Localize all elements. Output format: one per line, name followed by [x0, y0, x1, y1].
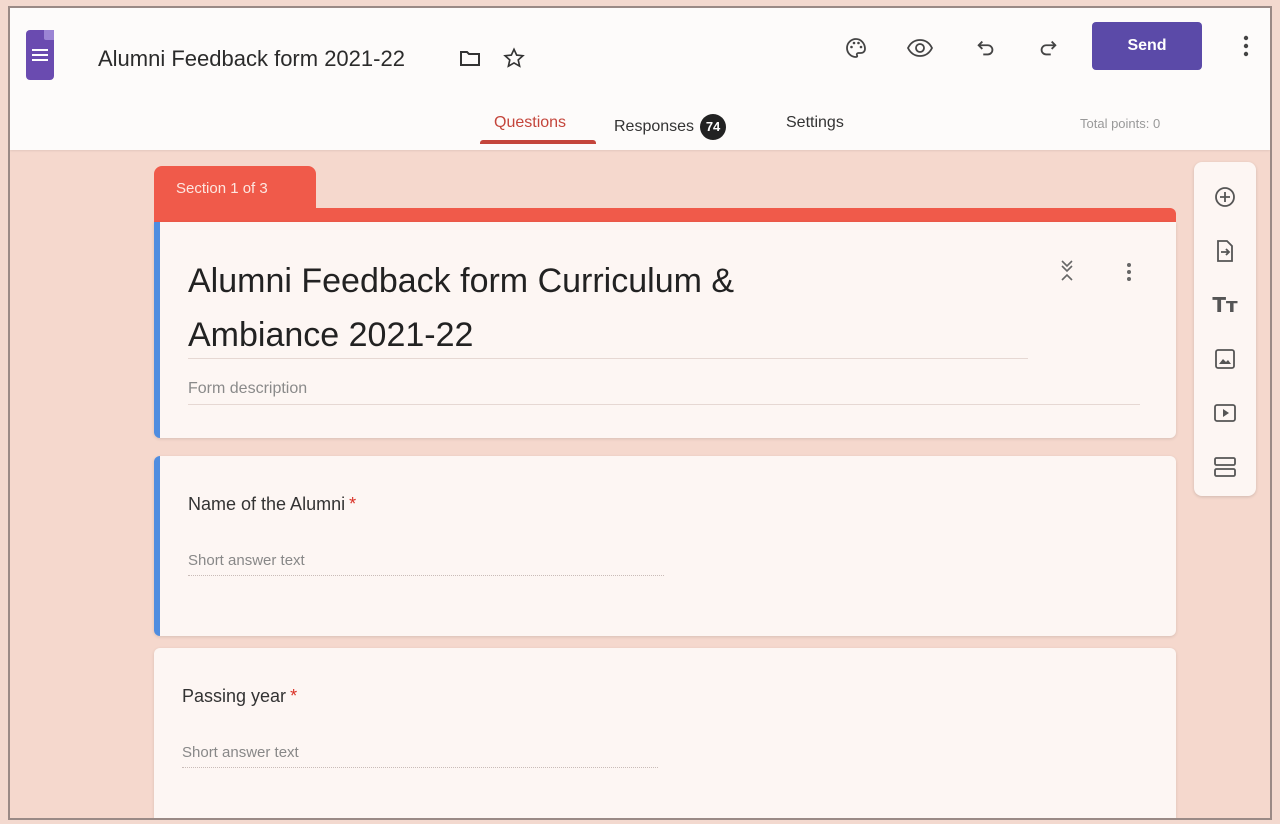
add-section-icon[interactable]	[1210, 452, 1240, 482]
palette-icon[interactable]	[842, 34, 870, 62]
question-label: Passing year *	[182, 686, 297, 707]
add-title-icon[interactable]: Tт	[1210, 290, 1240, 320]
title-underline	[188, 358, 1028, 359]
document-title[interactable]: Alumni Feedback form 2021-22	[98, 46, 405, 72]
question-toolbar: Tт	[1194, 162, 1256, 496]
google-forms-icon[interactable]	[26, 30, 54, 80]
form-description-field[interactable]: Form description	[188, 380, 307, 398]
required-asterisk: *	[349, 494, 357, 514]
more-vert-icon[interactable]	[1232, 32, 1260, 60]
form-title-line-1: Alumni Feedback form Curriculum &	[188, 262, 735, 300]
tab-settings[interactable]: Settings	[786, 114, 844, 150]
required-asterisk: *	[290, 686, 298, 706]
description-underline	[188, 404, 1140, 405]
tab-responses-label: Responses	[614, 118, 695, 136]
question-text: Name of the Alumni	[188, 494, 346, 514]
short-answer-field[interactable]	[188, 546, 664, 576]
form-title-line-2: Ambiance 2021-22	[188, 316, 474, 354]
import-questions-icon[interactable]	[1210, 236, 1240, 266]
tab-responses[interactable]: Responses 74	[614, 114, 727, 150]
short-answer-field[interactable]	[182, 738, 658, 768]
collapse-section-icon[interactable]	[1060, 258, 1074, 289]
form-editor-header: Alumni Feedback form 2021-22 Send Questi…	[10, 8, 1270, 150]
section-color-bar	[154, 208, 1176, 222]
question-card[interactable]: Name of the Alumni *	[154, 456, 1176, 636]
question-label: Name of the Alumni *	[188, 494, 356, 515]
browser-frame: Alumni Feedback form 2021-22 Send Questi…	[8, 6, 1272, 820]
folder-icon[interactable]	[456, 44, 484, 72]
question-text: Passing year	[182, 686, 287, 706]
undo-icon[interactable]	[972, 34, 1000, 62]
total-points: Total points: 0	[1080, 116, 1161, 131]
redo-icon[interactable]	[1034, 34, 1062, 62]
add-question-icon[interactable]	[1210, 182, 1240, 212]
add-video-icon[interactable]	[1210, 398, 1240, 428]
lines-decoration	[32, 49, 48, 64]
form-title[interactable]: Alumni Feedback form Curriculum & Ambian…	[188, 254, 1028, 362]
section-more-icon[interactable]	[1126, 262, 1132, 287]
star-icon[interactable]	[500, 44, 528, 72]
send-button[interactable]: Send	[1092, 22, 1202, 70]
tab-questions[interactable]: Questions	[494, 114, 566, 150]
responses-count-badge: 74	[700, 114, 727, 140]
add-image-icon[interactable]	[1210, 344, 1240, 374]
form-title-card[interactable]: Alumni Feedback form Curriculum & Ambian…	[154, 222, 1176, 438]
active-tab-indicator	[480, 140, 596, 144]
question-card[interactable]: Passing year *	[154, 648, 1176, 818]
fold-decoration	[44, 30, 54, 40]
eye-icon[interactable]	[906, 34, 934, 62]
